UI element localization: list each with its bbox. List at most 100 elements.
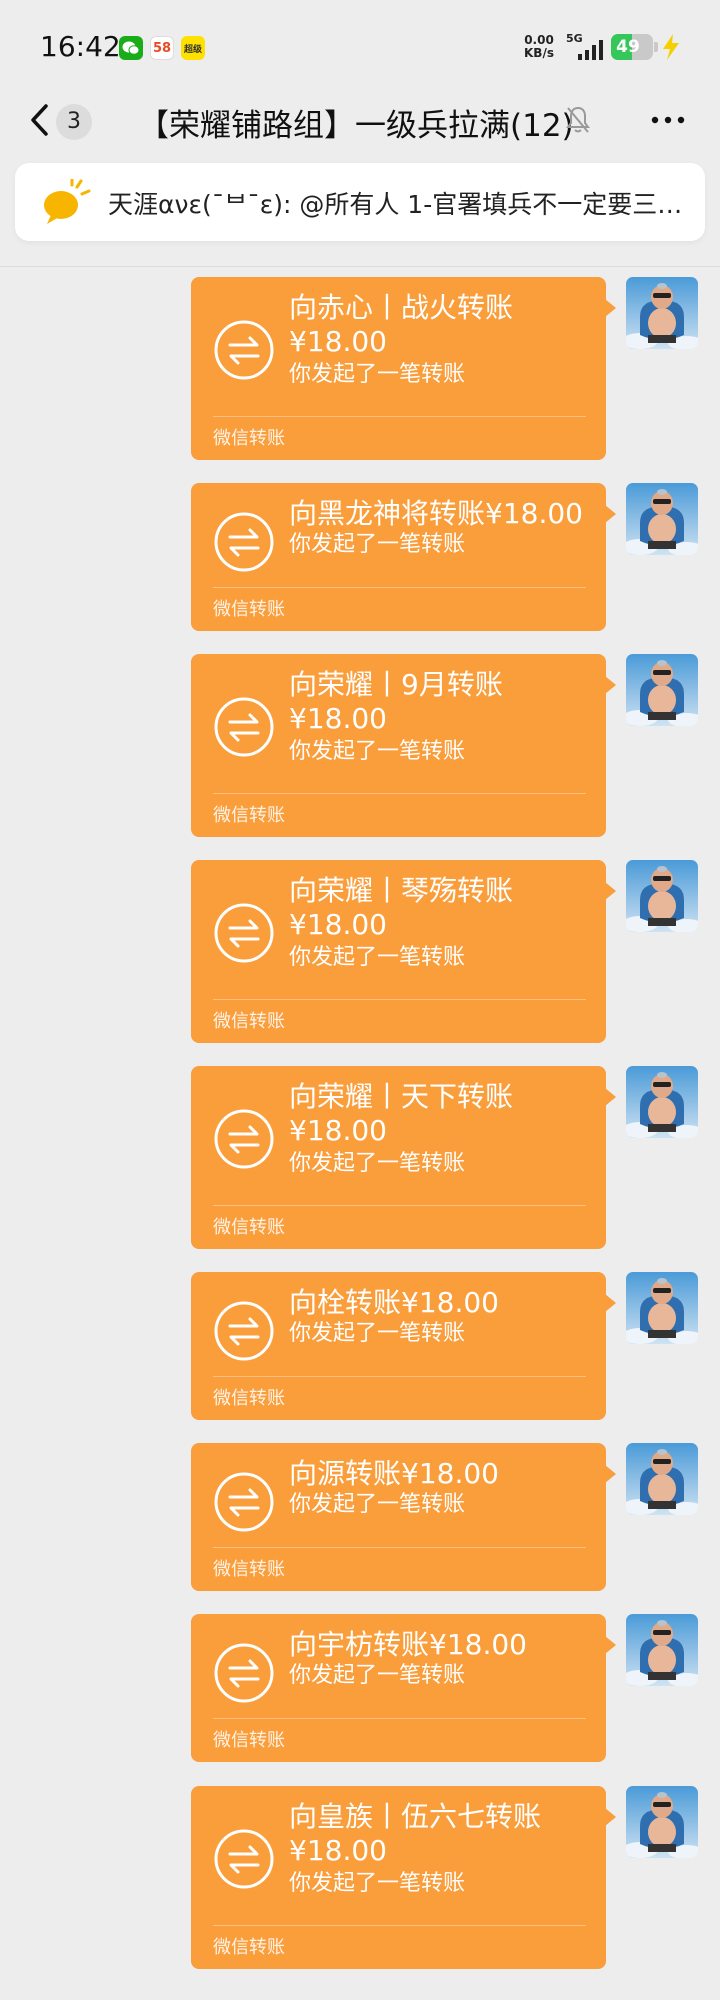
transfer-message: 向源转账¥18.00 你发起了一笔转账微信转账 — [0, 1443, 720, 1591]
transfer-message: 向栓转账¥18.00 你发起了一笔转账微信转账 — [0, 1272, 720, 1420]
transfer-bubble[interactable]: 向黑龙神将转账¥18.00 你发起了一笔转账微信转账 — [191, 483, 616, 631]
transfer-amount: ¥18.00 — [289, 908, 387, 941]
transfer-bubble[interactable]: 向荣耀丨9月转账 ¥18.00 你发起了一笔转账微信转账 — [191, 654, 616, 837]
network-speed-unit: KB/s — [524, 46, 554, 60]
transfer-title: 向皇族丨伍六七转账 — [289, 1800, 542, 1833]
transfer-icon — [213, 1471, 275, 1533]
transfer-subtitle: 你发起了一笔转账 — [289, 1871, 466, 1896]
transfer-subtitle: 你发起了一笔转账 — [289, 1492, 466, 1517]
transfer-footer: 微信转账 — [213, 1937, 285, 1958]
transfer-footer: 微信转账 — [213, 1011, 285, 1032]
bubble-divider — [213, 1376, 586, 1377]
transfer-bubble[interactable]: 向源转账¥18.00 你发起了一笔转账微信转账 — [191, 1443, 616, 1591]
transfer-footer: 微信转账 — [213, 1388, 285, 1409]
status-bar: 16:42 58 超级 0.00 KB/s 5G 49 — [0, 0, 720, 92]
charging-icon — [663, 34, 679, 60]
avatar[interactable] — [626, 1272, 698, 1344]
transfer-footer: 微信转账 — [213, 1730, 285, 1751]
transfer-bubble[interactable]: 向荣耀丨天下转账 ¥18.00 你发起了一笔转账微信转账 — [191, 1066, 616, 1249]
avatar[interactable] — [626, 1614, 698, 1686]
transfer-title: 向荣耀丨9月转账 — [289, 668, 503, 701]
avatar[interactable] — [626, 1443, 698, 1515]
avatar[interactable] — [626, 483, 698, 555]
bubble-divider — [213, 1925, 586, 1926]
transfer-icon — [213, 1108, 275, 1170]
avatar[interactable] — [626, 1786, 698, 1858]
battery-level: 49 — [616, 37, 640, 57]
alipay-icon: 超级 — [181, 36, 205, 60]
transfer-footer: 微信转账 — [213, 805, 285, 826]
bubble-divider — [213, 416, 586, 417]
transfer-icon — [213, 1300, 275, 1362]
more-horizontal-icon[interactable] — [650, 105, 686, 135]
transfer-footer: 微信转账 — [213, 1559, 285, 1580]
transfer-amount: ¥18.00 — [289, 1114, 387, 1147]
transfer-message: 向赤心丨战火转账 ¥18.00 你发起了一笔转账微信转账 — [0, 277, 720, 460]
avatar[interactable] — [626, 277, 698, 349]
bubble-divider — [213, 793, 586, 794]
speech-bubble-icon — [44, 179, 91, 224]
pinned-notice[interactable]: 天涯ανε(ˉᄇˉε): @所有人 1-官署填兵不一定要三… — [15, 163, 705, 241]
transfer-title: 向黑龙神将转账¥18.00 — [289, 497, 583, 530]
avatar[interactable] — [626, 1066, 698, 1138]
bubble-divider — [213, 999, 586, 1000]
transfer-title: 向荣耀丨琴殇转账 — [289, 874, 514, 907]
status-time: 16:42 — [40, 30, 121, 63]
transfer-subtitle: 你发起了一笔转账 — [289, 532, 466, 557]
transfer-amount: ¥18.00 — [289, 325, 387, 358]
bubble-divider — [213, 587, 586, 588]
58-app-icon: 58 — [150, 36, 174, 60]
transfer-subtitle: 你发起了一笔转账 — [289, 1663, 466, 1688]
transfer-icon — [213, 902, 275, 964]
transfer-icon — [213, 511, 275, 573]
battery-icon: 49 — [611, 34, 653, 60]
transfer-message: 向荣耀丨9月转账 ¥18.00 你发起了一笔转账微信转账 — [0, 654, 720, 837]
unread-count-badge[interactable]: 3 — [56, 104, 92, 140]
transfer-message: 向宇枋转账¥18.00 你发起了一笔转账微信转账 — [0, 1614, 720, 1762]
chat-title[interactable]: 【荣耀铺路组】一级兵拉满(12) — [138, 100, 574, 145]
transfer-amount: ¥18.00 — [289, 1834, 387, 1867]
battery-cap — [654, 42, 658, 52]
transfer-icon — [213, 1828, 275, 1890]
wechat-chat-screen: 16:42 58 超级 0.00 KB/s 5G 49 3 【荣耀铺路组】一级兵… — [0, 0, 720, 2000]
transfer-subtitle: 你发起了一笔转账 — [289, 1321, 466, 1346]
bell-off-icon — [566, 106, 590, 133]
transfer-message: 向黑龙神将转账¥18.00 你发起了一笔转账微信转账 — [0, 483, 720, 631]
transfer-title: 向宇枋转账¥18.00 — [289, 1628, 527, 1661]
transfer-title: 向源转账¥18.00 — [289, 1457, 499, 1490]
network-speed: 0.00 KB/s — [524, 34, 554, 60]
transfer-footer: 微信转账 — [213, 1217, 285, 1238]
transfer-bubble[interactable]: 向赤心丨战火转账 ¥18.00 你发起了一笔转账微信转账 — [191, 277, 616, 460]
transfer-icon — [213, 1642, 275, 1704]
transfer-title: 向荣耀丨天下转账 — [289, 1080, 514, 1113]
avatar[interactable] — [626, 654, 698, 726]
notice-text: 天涯ανε(ˉᄇˉε): @所有人 1-官署填兵不一定要三… — [108, 190, 683, 219]
nav-bar: 3 【荣耀铺路组】一级兵拉满(12) — [0, 92, 720, 152]
bubble-divider — [213, 1547, 586, 1548]
transfer-footer: 微信转账 — [213, 599, 285, 620]
chevron-left-icon[interactable] — [26, 100, 54, 140]
transfer-message: 向荣耀丨琴殇转账 ¥18.00 你发起了一笔转账微信转账 — [0, 860, 720, 1043]
bubble-divider — [213, 1718, 586, 1719]
transfer-icon — [213, 319, 275, 381]
transfer-title: 向赤心丨战火转账 — [289, 291, 514, 324]
transfer-subtitle: 你发起了一笔转账 — [289, 945, 466, 970]
wechat-icon — [119, 36, 143, 60]
bubble-divider — [213, 1205, 586, 1206]
transfer-subtitle: 你发起了一笔转账 — [289, 1151, 466, 1176]
divider — [0, 266, 720, 267]
signal-icon — [578, 40, 603, 60]
transfer-footer: 微信转账 — [213, 428, 285, 449]
transfer-bubble[interactable]: 向荣耀丨琴殇转账 ¥18.00 你发起了一笔转账微信转账 — [191, 860, 616, 1043]
transfer-bubble[interactable]: 向宇枋转账¥18.00 你发起了一笔转账微信转账 — [191, 1614, 616, 1762]
transfer-bubble[interactable]: 向栓转账¥18.00 你发起了一笔转账微信转账 — [191, 1272, 616, 1420]
transfer-subtitle: 你发起了一笔转账 — [289, 739, 466, 764]
transfer-subtitle: 你发起了一笔转账 — [289, 362, 466, 387]
transfer-bubble[interactable]: 向皇族丨伍六七转账 ¥18.00 你发起了一笔转账微信转账 — [191, 1786, 616, 1969]
avatar[interactable] — [626, 860, 698, 932]
transfer-title: 向栓转账¥18.00 — [289, 1286, 499, 1319]
transfer-message: 向荣耀丨天下转账 ¥18.00 你发起了一笔转账微信转账 — [0, 1066, 720, 1249]
transfer-icon — [213, 696, 275, 758]
transfer-message: 向皇族丨伍六七转账 ¥18.00 你发起了一笔转账微信转账 — [0, 1786, 720, 1969]
transfer-amount: ¥18.00 — [289, 702, 387, 735]
